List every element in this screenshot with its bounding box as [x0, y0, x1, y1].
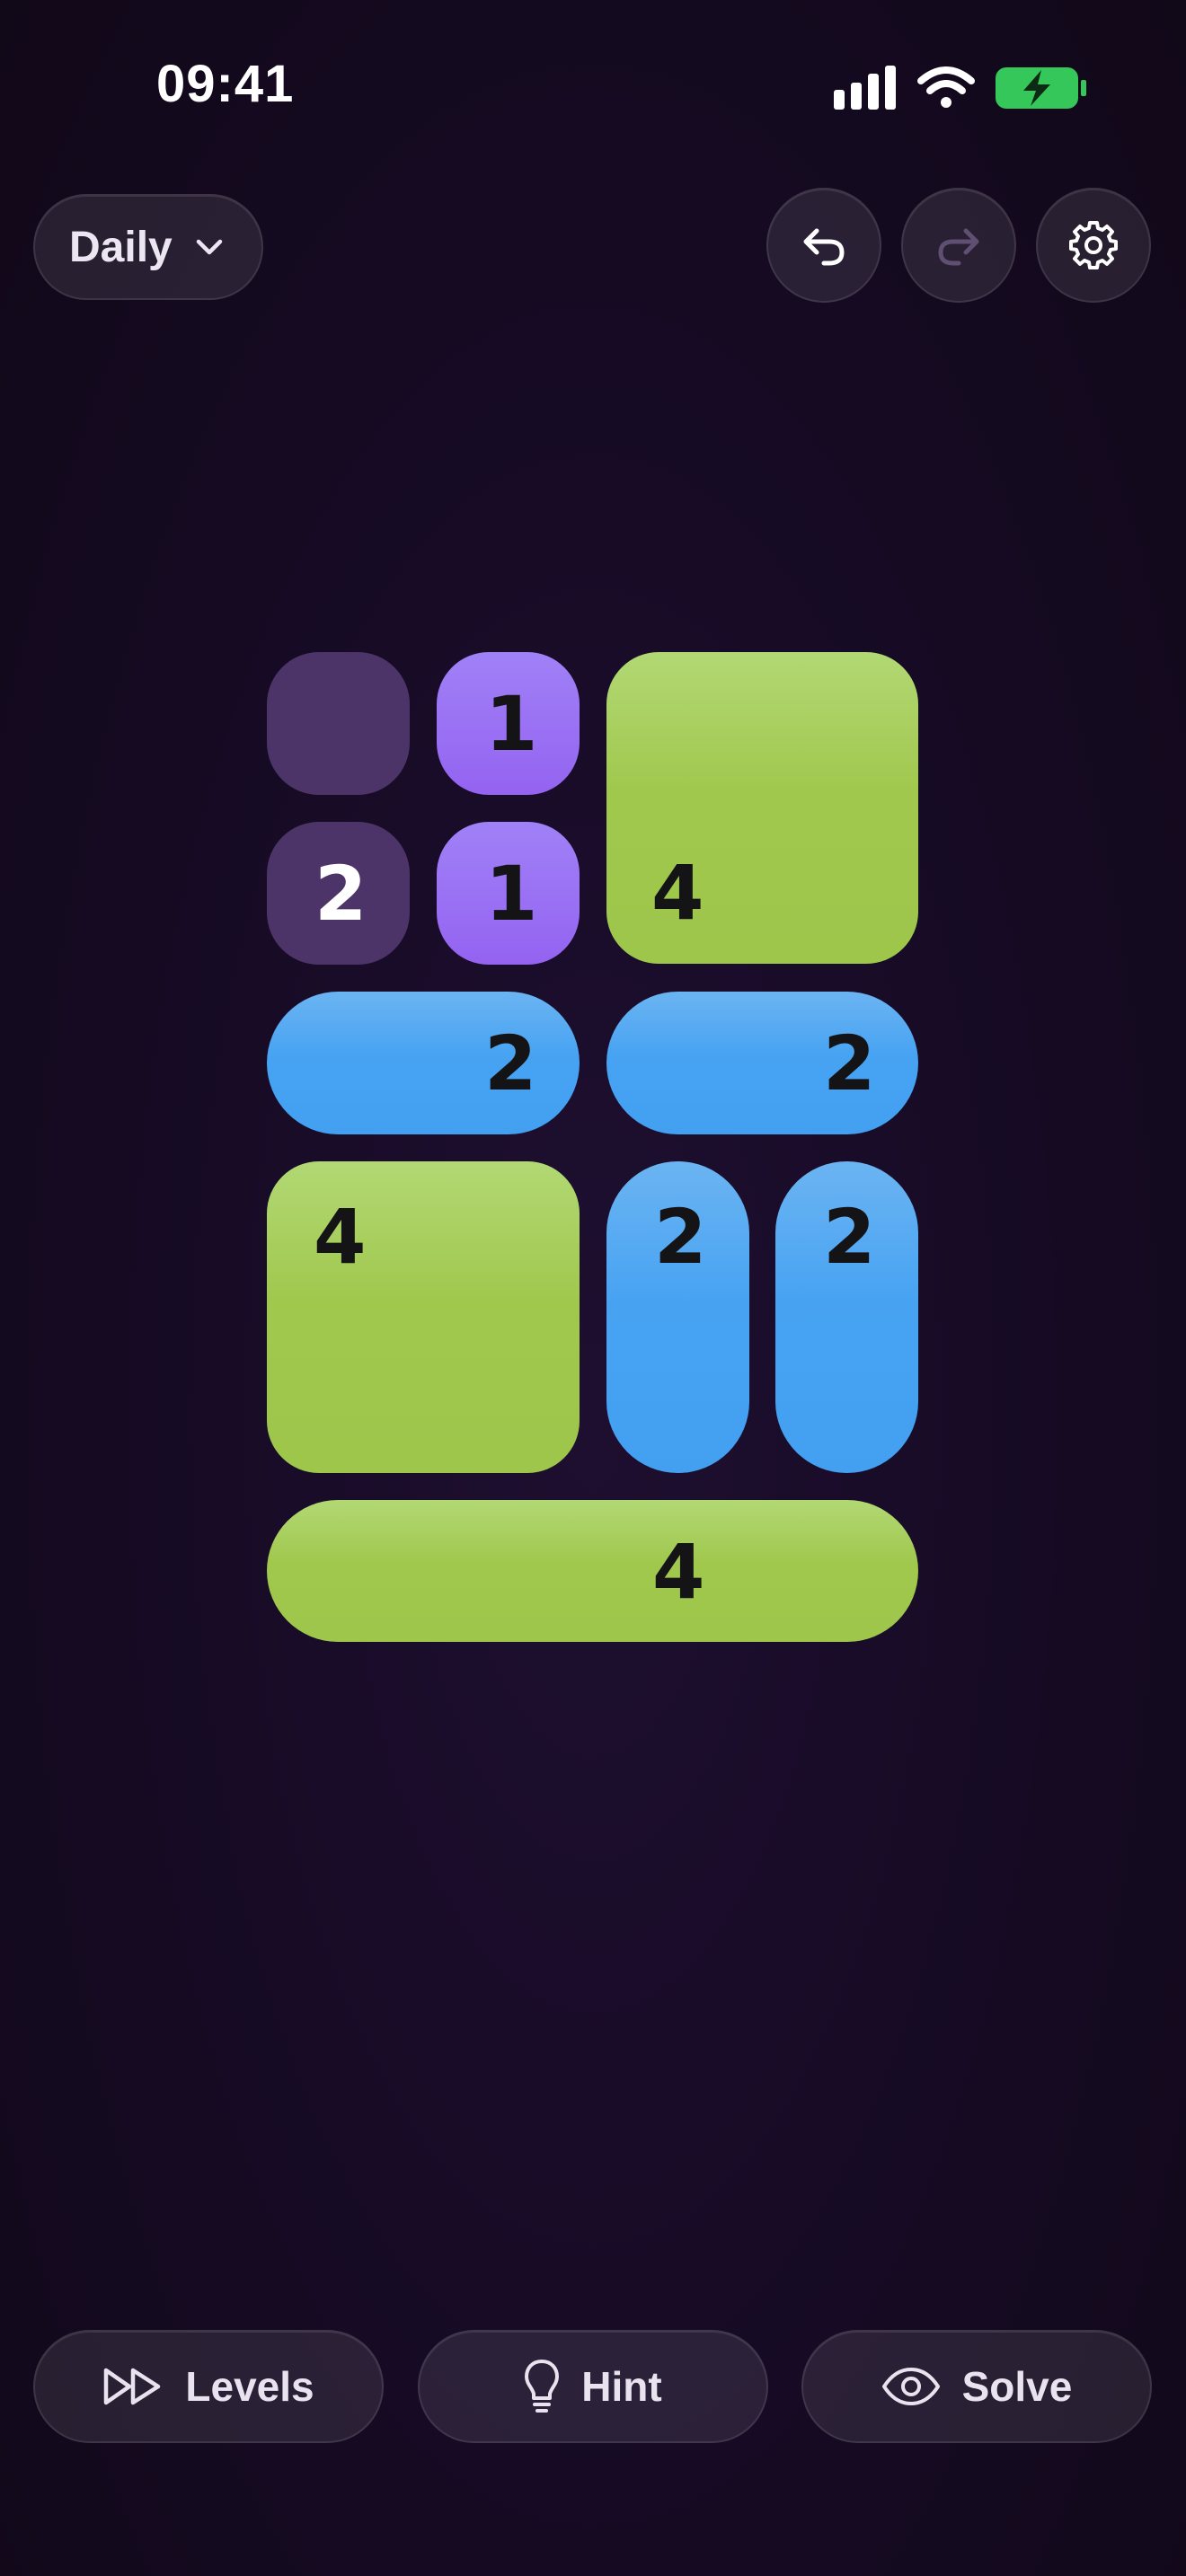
undo-button[interactable] [766, 188, 881, 303]
status-bar: 09:41 [0, 0, 1186, 171]
solve-label: Solve [961, 2363, 1073, 2410]
hint-label: Hint [581, 2363, 662, 2410]
settings-button[interactable] [1036, 188, 1151, 303]
tile-number: 1 [485, 680, 538, 768]
tile-number: 2 [654, 1193, 707, 1281]
board-tile[interactable]: 4 [267, 1161, 580, 1473]
tile-number: 4 [314, 1193, 367, 1281]
redo-arrow-icon [938, 228, 979, 266]
board-tile[interactable]: 1 [437, 822, 580, 965]
levels-button[interactable]: Levels [33, 2330, 384, 2443]
wifi-icon [917, 66, 975, 108]
board-tile[interactable]: 1 [437, 652, 580, 795]
tile-number: 4 [652, 1528, 705, 1616]
lightbulb-icon [524, 2359, 560, 2414]
tile-number: 1 [485, 850, 538, 938]
gear-icon [1069, 221, 1118, 269]
board-tile[interactable]: 4 [606, 652, 918, 964]
tile-number: 2 [823, 1019, 876, 1107]
undo-arrow-icon [803, 228, 845, 266]
board-tile[interactable]: 2 [606, 1161, 749, 1473]
solve-button[interactable]: Solve [801, 2330, 1152, 2443]
redo-button[interactable] [901, 188, 1016, 303]
board-tile[interactable] [267, 652, 410, 795]
battery-charging-icon [996, 67, 1086, 109]
status-time: 09:41 [156, 55, 295, 113]
mode-label: Daily [69, 223, 173, 271]
board-tile[interactable]: 2 [267, 822, 410, 965]
fast-forward-icon [102, 2367, 164, 2406]
hint-button[interactable]: Hint [418, 2330, 768, 2443]
eye-icon [881, 2367, 941, 2406]
tile-number: 2 [314, 850, 367, 938]
board-tile[interactable]: 2 [606, 992, 918, 1134]
board-tile[interactable]: 2 [775, 1161, 918, 1473]
mode-dropdown[interactable]: Daily [33, 194, 263, 300]
board-tile[interactable]: 4 [267, 1500, 918, 1642]
board-tile[interactable]: 2 [267, 992, 580, 1134]
chevron-down-icon [196, 239, 222, 255]
status-icons [834, 66, 1086, 110]
puzzle-board: 1 4 2 1 2 2 4 2 2 4 [267, 652, 918, 1642]
cellular-signal-icon [834, 66, 896, 110]
tile-number: 2 [823, 1193, 876, 1281]
levels-label: Levels [185, 2363, 314, 2410]
tile-number: 4 [651, 849, 704, 937]
tile-number: 2 [484, 1019, 537, 1107]
